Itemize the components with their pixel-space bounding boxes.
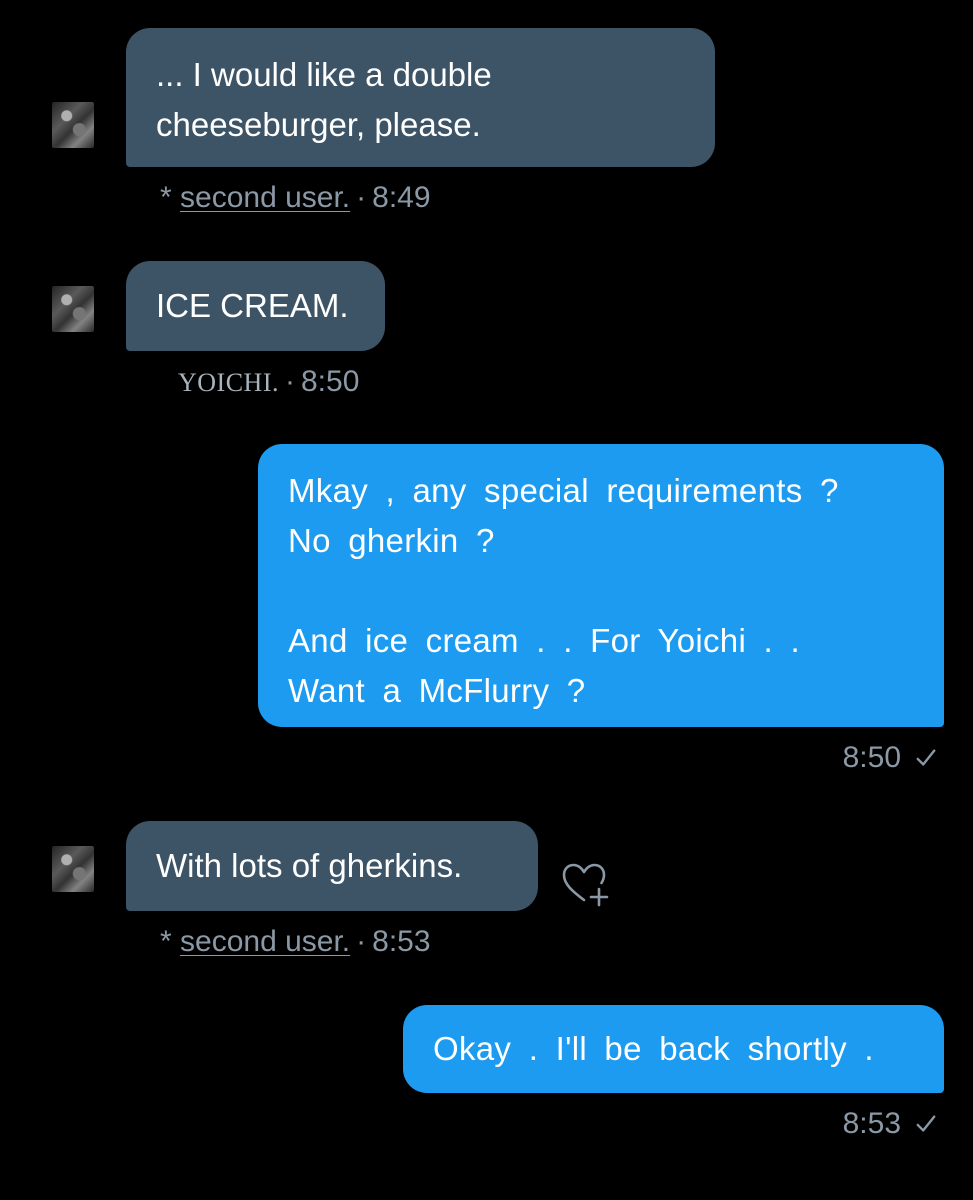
meta-separator: ·	[356, 181, 367, 214]
check-icon	[916, 749, 936, 766]
message-timestamp: 8:53	[842, 1107, 901, 1140]
message-bubble-incoming[interactable]: ICE CREAM.	[126, 261, 385, 351]
message-text-line: ... I would like a double	[156, 56, 492, 93]
avatar[interactable]	[52, 102, 94, 148]
message-text-line: And ice cream . . For Yoichi . .	[288, 622, 800, 659]
message-bubble-incoming[interactable]: ... I would like a double cheeseburger, …	[126, 28, 715, 167]
sender-name-link[interactable]: second user.	[180, 181, 350, 214]
message-bubble-incoming[interactable]: With lots of gherkins.	[126, 821, 538, 911]
message-text-line: ICE CREAM.	[156, 287, 349, 324]
check-icon	[916, 1115, 936, 1132]
sender-name-link[interactable]: second user.	[180, 925, 350, 958]
meta-separator: ·	[356, 925, 367, 958]
message-timestamp: 8:49	[372, 181, 431, 214]
message-text-line: Want a McFlurry ?	[288, 672, 586, 709]
sender-name-link[interactable]: YOICHI.	[178, 368, 279, 397]
message-bubble-outgoing[interactable]: Okay . I'll be back shortly .	[403, 1005, 944, 1093]
message-meta: YOICHI. · 8:50	[178, 364, 359, 401]
message-timestamp: 8:53	[372, 925, 431, 958]
message-meta: 8:50	[843, 740, 937, 776]
message-bubble-outgoing[interactable]: Mkay , any special requirements ? No ghe…	[258, 444, 944, 727]
message-meta: * second user. · 8:49	[160, 180, 431, 216]
heart-plus-icon[interactable]	[558, 858, 610, 910]
message-text-line: cheeseburger, please.	[156, 106, 481, 143]
message-meta: * second user. · 8:53	[160, 924, 431, 960]
message-text-line: No gherkin ?	[288, 522, 495, 559]
message-text-line: Mkay , any special requirements ?	[288, 472, 839, 509]
message-meta: 8:53	[843, 1106, 937, 1142]
message-text-line: Okay . I'll be back shortly .	[433, 1030, 874, 1067]
sender-prefix: *	[160, 181, 181, 214]
message-timestamp: 8:50	[842, 741, 901, 774]
sender-prefix: *	[160, 925, 181, 958]
meta-separator: ·	[285, 365, 295, 398]
message-timestamp: 8:50	[301, 365, 360, 398]
message-text-line: With lots of gherkins.	[156, 847, 463, 884]
avatar[interactable]	[52, 286, 94, 332]
avatar[interactable]	[52, 846, 94, 892]
